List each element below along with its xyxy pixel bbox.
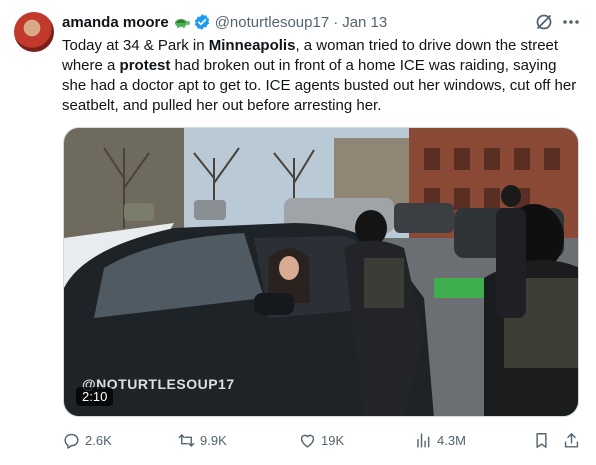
reply-button[interactable]: 2.6K bbox=[62, 428, 112, 452]
tweet-text-part: Today at 34 & Park in bbox=[62, 37, 209, 54]
hashtag-protest[interactable]: protest bbox=[120, 57, 171, 74]
separator-dot: · bbox=[333, 13, 339, 31]
views-icon bbox=[417, 432, 430, 448]
tweet-text: Today at 34 & Park in Minneapolis, a wom… bbox=[62, 36, 582, 116]
views-count: 4.3M bbox=[437, 432, 466, 448]
handle[interactable]: @noturtlesoup17 bbox=[215, 14, 329, 31]
views-button[interactable]: 4.3M bbox=[414, 428, 466, 452]
tweet[interactable]: amanda moore @noturtlesoup17 · Jan 13 To… bbox=[0, 0, 596, 465]
share-icon bbox=[564, 432, 579, 448]
share-button[interactable] bbox=[562, 428, 585, 452]
timestamp[interactable]: Jan 13 bbox=[342, 14, 387, 31]
like-icon bbox=[300, 434, 315, 448]
turtle-icon bbox=[173, 13, 191, 31]
reply-icon bbox=[64, 433, 79, 449]
repost-count: 9.9K bbox=[200, 432, 227, 448]
tweet-header: amanda moore @noturtlesoup17 · Jan 13 bbox=[62, 12, 582, 32]
hashtag-minneapolis[interactable]: Minneapolis bbox=[209, 37, 296, 54]
video-frame bbox=[64, 128, 578, 416]
bookmark-icon bbox=[536, 432, 547, 448]
repost-button[interactable]: 9.9K bbox=[177, 428, 227, 452]
verified-icon bbox=[193, 13, 211, 31]
bookmark-button[interactable] bbox=[532, 428, 555, 452]
like-button[interactable]: 19K bbox=[298, 428, 344, 452]
action-bar: 2.6K 9.9K 19K 4.3M bbox=[62, 428, 584, 452]
video-duration: 2:10 bbox=[76, 387, 114, 406]
more-icon[interactable] bbox=[560, 12, 582, 32]
reply-count: 2.6K bbox=[85, 432, 112, 448]
grok-icon[interactable] bbox=[534, 12, 554, 32]
display-name[interactable]: amanda moore bbox=[62, 14, 169, 31]
avatar[interactable] bbox=[14, 12, 54, 52]
video-player[interactable]: @NOTURTLESOUP17 2:10 bbox=[63, 127, 579, 417]
retweet-icon bbox=[178, 433, 195, 447]
like-count: 19K bbox=[321, 432, 345, 448]
